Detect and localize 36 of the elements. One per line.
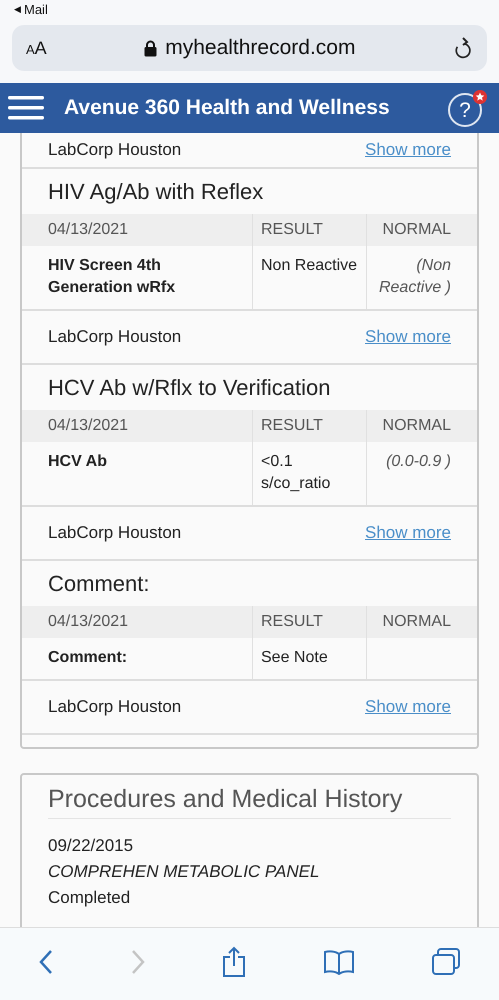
app-title: Avenue 360 Health and Wellness <box>64 96 391 120</box>
section-title: Comment: <box>47 570 150 598</box>
section-title: HIV Ag/Ab with Reflex <box>47 178 264 206</box>
lab-name: LabCorp Houston <box>48 523 182 543</box>
menu-icon[interactable] <box>8 95 44 121</box>
date-header: 04/13/2021 <box>47 612 130 632</box>
lock-icon <box>144 40 158 56</box>
url-text: myhealthrecord.com <box>165 36 356 60</box>
lab-name: LabCorp Houston <box>48 697 182 717</box>
normal-range: (Non Reactive ) <box>378 257 451 296</box>
section-title: HCV Ab w/Rflx to Verification <box>47 374 332 402</box>
test-name: HCV Ab <box>47 452 108 472</box>
address-bar[interactable]: AA myhealthrecord.com <box>12 25 487 71</box>
result-value: <0.1 s/co_ratio <box>261 453 330 492</box>
tabs-icon <box>431 947 462 977</box>
share-icon <box>221 946 248 978</box>
normal-range: (0.0-0.9 ) <box>386 453 451 470</box>
text-size-control[interactable]: AA <box>26 38 47 58</box>
date-header: 04/13/2021 <box>47 416 130 436</box>
card-title: Procedures and Medical History <box>48 785 451 819</box>
test-name: Comment: <box>47 648 128 668</box>
chevron-right-icon <box>130 949 146 975</box>
lab-name: LabCorp Houston <box>48 140 182 160</box>
date-header: 04/13/2021 <box>47 220 130 240</box>
procedure-status: Completed <box>48 887 132 909</box>
lab-name: LabCorp Houston <box>48 327 182 347</box>
result-value: See Note <box>261 649 328 666</box>
procedure-date: 09/22/2015 <box>48 835 134 857</box>
book-icon <box>323 949 356 975</box>
back-to-app-label[interactable]: Mail <box>24 2 48 16</box>
test-name: HIV Screen 4th Generation wRfx <box>47 256 176 298</box>
procedure-name: COMPREHEN METABOLIC PANEL <box>48 861 320 883</box>
reload-icon[interactable] <box>453 37 473 59</box>
chevron-left-icon <box>38 949 54 975</box>
result-value: Non Reactive <box>261 257 358 274</box>
back-arrow[interactable]: ◀ <box>14 4 21 14</box>
